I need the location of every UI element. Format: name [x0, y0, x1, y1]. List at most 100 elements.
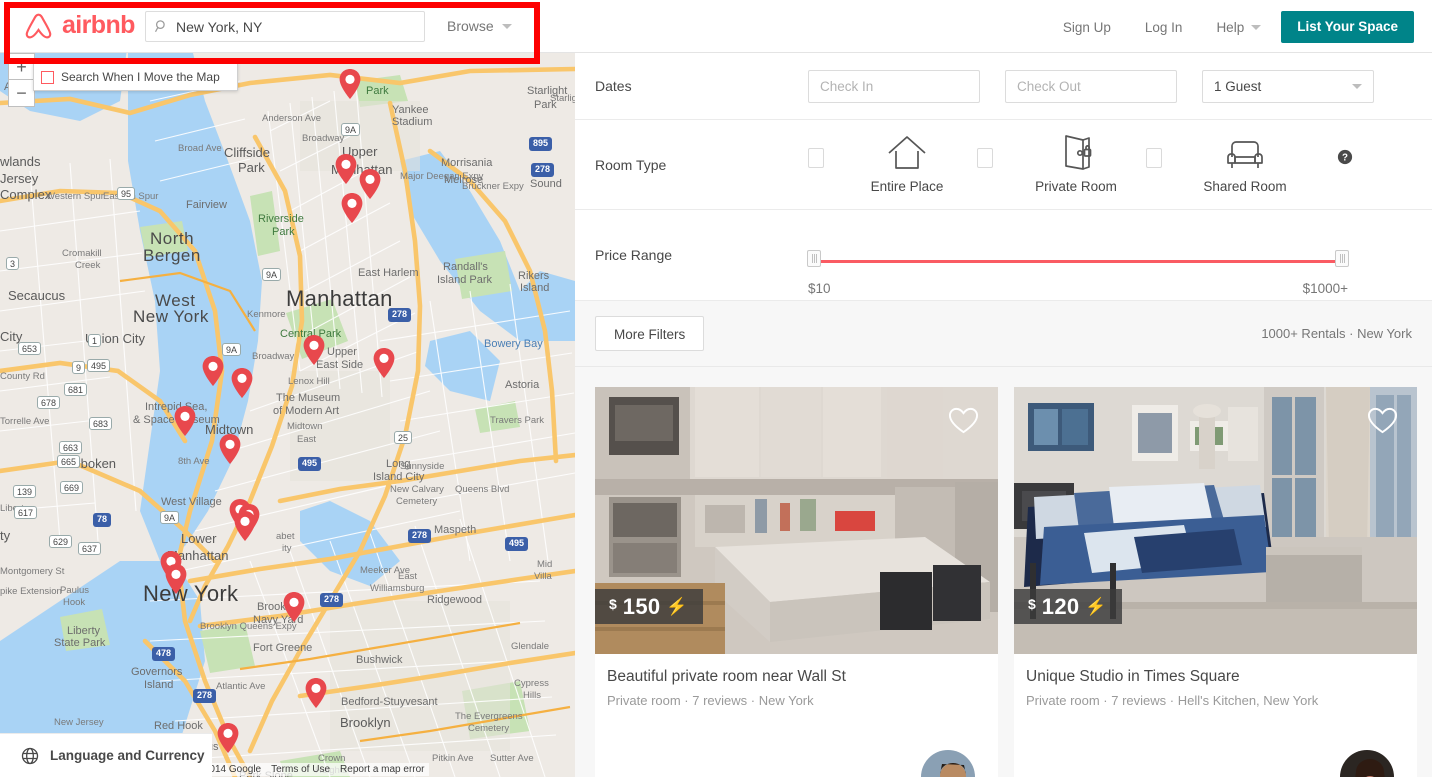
list-your-space-button[interactable]: List Your Space: [1281, 11, 1414, 43]
route-shield: 78: [93, 513, 112, 527]
price-amount: 150: [622, 593, 661, 619]
browse-menu[interactable]: Browse: [447, 18, 512, 34]
room-type-shared-room[interactable]: Shared Room: [1146, 135, 1315, 194]
results-summary: 1000+ Rentals · New York: [1261, 326, 1412, 341]
route-shield: 9A: [262, 268, 282, 281]
map-pin-icon[interactable]: [231, 368, 253, 398]
room-type-options: Entire Place Private Room Shared Room ?: [808, 135, 1353, 194]
search-on-move-label: Search When I Move the Map: [61, 70, 220, 84]
price-slider-max-handle[interactable]: [1335, 250, 1349, 267]
airbnb-belo-icon: [22, 9, 55, 42]
route-shield: 25: [394, 431, 413, 444]
filter-row-dates: Dates Check In Check Out 1 Guest: [575, 53, 1432, 120]
price-currency: $: [609, 596, 617, 612]
map-zoom-controls[interactable]: + −: [8, 53, 35, 107]
route-shield: 278: [408, 529, 432, 543]
filter-row-price-range: Price Range $10 $1000+: [575, 210, 1432, 301]
map-pin-icon[interactable]: [165, 564, 187, 594]
map-pin-icon[interactable]: [303, 335, 325, 365]
route-shield: 95: [117, 187, 136, 200]
route-shield: 9A: [160, 511, 180, 524]
search-input[interactable]: New York, NY: [145, 11, 425, 42]
route-shield: 663: [59, 441, 83, 454]
listing-subtitle: Private room · 7 reviews · Hell's Kitche…: [1026, 692, 1319, 708]
entire-place-checkbox[interactable]: [808, 148, 824, 168]
price-max-label: $1000+: [1302, 281, 1348, 296]
price-slider-min-handle[interactable]: [807, 250, 821, 267]
route-shield: 665: [57, 455, 81, 468]
route-shield: 637: [78, 542, 102, 555]
shared-room-checkbox[interactable]: [1146, 148, 1162, 168]
map-pin-icon[interactable]: [234, 511, 256, 541]
host-avatar[interactable]: [918, 747, 978, 777]
check-out-input[interactable]: Check Out: [1005, 69, 1177, 103]
search-on-move-control[interactable]: Search When I Move the Map: [33, 63, 238, 91]
chevron-down-icon: [1251, 24, 1262, 30]
sign-up-link[interactable]: Sign Up: [1046, 12, 1128, 43]
route-shield: 629: [49, 535, 73, 548]
listing-card[interactable]: $ 120 ⚡ Unique Studio in Times Square Pr…: [1014, 387, 1417, 777]
route-shield: 495: [87, 359, 111, 372]
price-range-label: Price Range: [595, 247, 673, 263]
route-shield: 683: [89, 417, 113, 430]
more-filters-button[interactable]: More Filters: [595, 316, 705, 351]
map-pin-icon[interactable]: [341, 193, 363, 223]
check-in-input[interactable]: Check In: [808, 69, 980, 103]
heart-icon[interactable]: [947, 405, 980, 436]
route-shield: 139: [13, 485, 37, 498]
map-pin-icon[interactable]: [174, 406, 196, 436]
room-type-private-room[interactable]: Private Room: [977, 135, 1146, 194]
route-shield: 681: [64, 383, 88, 396]
airbnb-logo-text: airbnb: [62, 11, 135, 39]
map-pin-icon[interactable]: [335, 154, 357, 184]
map-pin-icon[interactable]: [305, 678, 327, 708]
map-pin-icon[interactable]: [219, 434, 241, 464]
map-report-error-link[interactable]: Report a map error: [340, 764, 424, 775]
house-icon: [885, 135, 929, 171]
heart-icon[interactable]: [1366, 405, 1399, 436]
listing-photo[interactable]: $ 150 ⚡: [595, 387, 998, 654]
private-room-checkbox[interactable]: [977, 148, 993, 168]
map-zoom-out-button[interactable]: −: [8, 80, 35, 107]
listing-card[interactable]: $ 150 ⚡ Beautiful private room near Wall…: [595, 387, 998, 777]
map-canvas: [0, 41, 575, 777]
map-terms-link[interactable]: Terms of Use: [271, 764, 330, 775]
search-icon: [154, 19, 169, 34]
more-filters-bar: More Filters 1000+ Rentals · New York: [575, 301, 1432, 367]
map-panel[interactable]: AirportParkStarlightParkYankeeStadiumCli…: [0, 41, 575, 777]
map-pin-icon[interactable]: [373, 348, 395, 378]
listing-meta: Unique Studio in Times Square Private ro…: [1014, 654, 1417, 708]
map-pin-icon[interactable]: [217, 723, 239, 753]
avatar-image: [1340, 750, 1394, 777]
check-out-placeholder: Check Out: [1017, 78, 1081, 94]
listing-photo[interactable]: $ 120 ⚡: [1014, 387, 1417, 654]
route-shield: 669: [60, 481, 84, 494]
price-currency: $: [1028, 596, 1036, 612]
map-pin-icon[interactable]: [339, 69, 361, 99]
guests-select[interactable]: 1 Guest: [1202, 69, 1374, 103]
price-slider-track[interactable]: [814, 260, 1342, 263]
room-type-entire-place[interactable]: Entire Place: [808, 135, 977, 194]
route-shield: 495: [505, 537, 529, 551]
route-shield: 278: [531, 163, 555, 177]
listing-title[interactable]: Unique Studio in Times Square: [1026, 668, 1401, 687]
lightning-bolt-icon: ⚡: [666, 596, 688, 616]
route-shield: 617: [14, 506, 38, 519]
language-currency-label: Language and Currency: [50, 748, 205, 763]
listing-title[interactable]: Beautiful private room near Wall St: [607, 668, 982, 687]
search-on-move-checkbox[interactable]: [41, 70, 54, 84]
globe-icon: [20, 746, 40, 766]
route-shield: 278: [193, 689, 217, 703]
help-circle-icon[interactable]: ?: [1337, 149, 1353, 170]
route-shield: 895: [529, 137, 553, 151]
host-avatar[interactable]: [1337, 747, 1397, 777]
help-menu[interactable]: Help: [1199, 12, 1281, 43]
room-type-label: Room Type: [595, 156, 667, 173]
map-pin-icon[interactable]: [283, 592, 305, 622]
language-currency-button[interactable]: Language and Currency: [0, 733, 212, 777]
log-in-link[interactable]: Log In: [1128, 12, 1200, 43]
route-shield: 1: [88, 334, 102, 347]
airbnb-logo[interactable]: airbnb: [22, 9, 135, 42]
map-pin-icon[interactable]: [202, 356, 224, 386]
map-zoom-in-button[interactable]: +: [8, 53, 35, 80]
